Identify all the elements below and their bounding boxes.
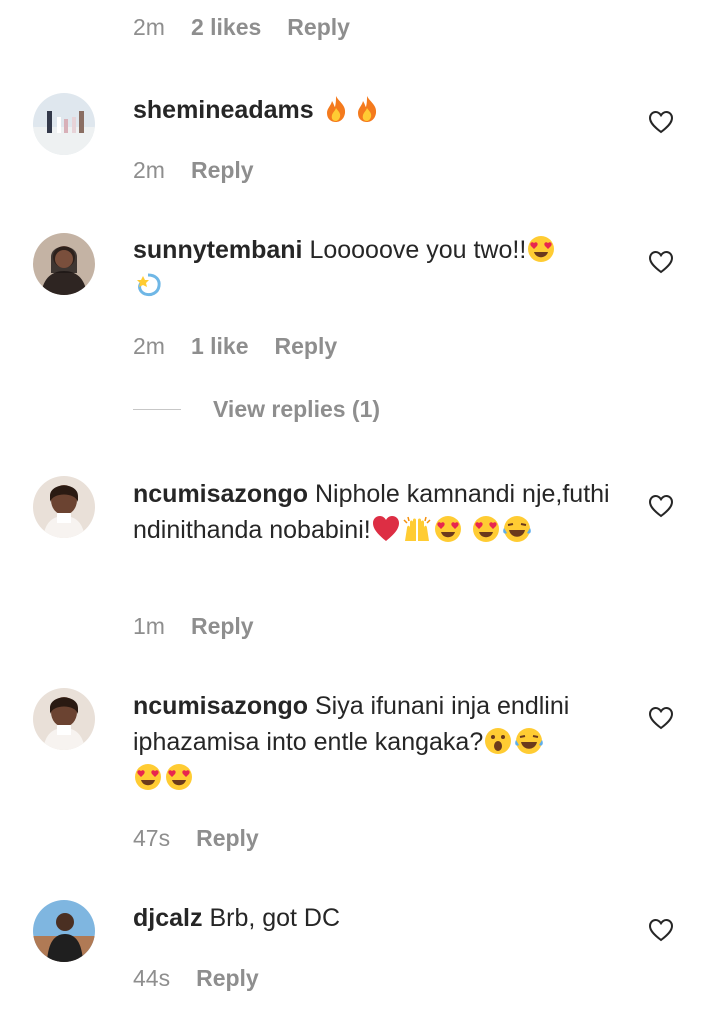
comment-time: 2m: [133, 157, 165, 183]
likes-count[interactable]: 2 likes: [191, 14, 261, 41]
like-heart-icon[interactable]: [648, 706, 674, 730]
comment-meta: 2m 1 like Reply: [133, 333, 337, 360]
comment-time: 44s: [133, 965, 171, 991]
comment-body: ncumisazongo Niphole kamnandi nje,futhi …: [133, 476, 623, 548]
avatar[interactable]: [33, 233, 95, 295]
comment-body: shemineadams: [133, 92, 623, 128]
prev-comment-meta: 2m 2 likes Reply: [133, 14, 350, 41]
comment-body: sunnytembani Looooove you two!!: [133, 232, 623, 304]
heart-eyes-emoji: [526, 236, 557, 264]
comment-meta: 44s Reply: [133, 965, 259, 992]
dizzy-emoji: [133, 272, 164, 300]
comment-meta: 1m Reply: [133, 613, 254, 640]
comment-username[interactable]: ncumisazongo: [133, 480, 308, 508]
raising-hands-emoji: [402, 516, 433, 544]
comment-body: ncumisazongo Siya ifunani inja endlini i…: [133, 688, 623, 796]
avatar[interactable]: [33, 476, 95, 538]
like-heart-icon[interactable]: [648, 250, 674, 274]
avatar[interactable]: [33, 900, 95, 962]
heart-eyes-emoji: [471, 516, 502, 544]
comment-username[interactable]: ncumisazongo: [133, 692, 308, 720]
comment-username[interactable]: shemineadams: [133, 96, 314, 124]
comment-username[interactable]: sunnytembani: [133, 236, 302, 264]
comment-body: djcalz Brb, got DC: [133, 900, 623, 936]
tears-of-joy-emoji: [502, 516, 533, 544]
like-heart-icon[interactable]: [648, 110, 674, 134]
like-heart-icon[interactable]: [648, 918, 674, 942]
avatar[interactable]: [33, 688, 95, 750]
reply-button[interactable]: Reply: [287, 14, 350, 41]
comment-meta: 47s Reply: [133, 825, 259, 852]
heart-eyes-emoji: [433, 516, 464, 544]
astonished-emoji: [483, 728, 514, 756]
fire-emoji: [321, 96, 352, 124]
reply-button[interactable]: Reply: [275, 333, 338, 360]
fire-emoji: [352, 96, 383, 124]
heart-eyes-emoji: [133, 764, 164, 792]
red-heart-emoji: [371, 516, 402, 544]
avatar[interactable]: [33, 93, 95, 155]
comment-text: Looooove you two!!: [309, 236, 527, 264]
divider: [133, 408, 181, 411]
comment-username[interactable]: djcalz: [133, 904, 202, 932]
likes-count[interactable]: 1 like: [191, 333, 249, 360]
view-replies-button[interactable]: View replies (1): [133, 396, 380, 423]
tears-of-joy-emoji: [514, 728, 545, 756]
comment-time: 1m: [133, 613, 165, 639]
like-heart-icon[interactable]: [648, 494, 674, 518]
reply-button[interactable]: Reply: [191, 157, 254, 184]
comment-meta: 2m Reply: [133, 157, 254, 184]
comment-time: 2m: [133, 333, 165, 359]
comment-text: Brb, got DC: [209, 904, 341, 932]
comment-time: 2m: [133, 14, 165, 40]
reply-button[interactable]: Reply: [196, 965, 259, 992]
heart-eyes-emoji: [164, 764, 195, 792]
reply-button[interactable]: Reply: [196, 825, 259, 852]
view-replies-label[interactable]: View replies (1): [213, 396, 380, 423]
comment-time: 47s: [133, 825, 171, 851]
reply-button[interactable]: Reply: [191, 613, 254, 640]
